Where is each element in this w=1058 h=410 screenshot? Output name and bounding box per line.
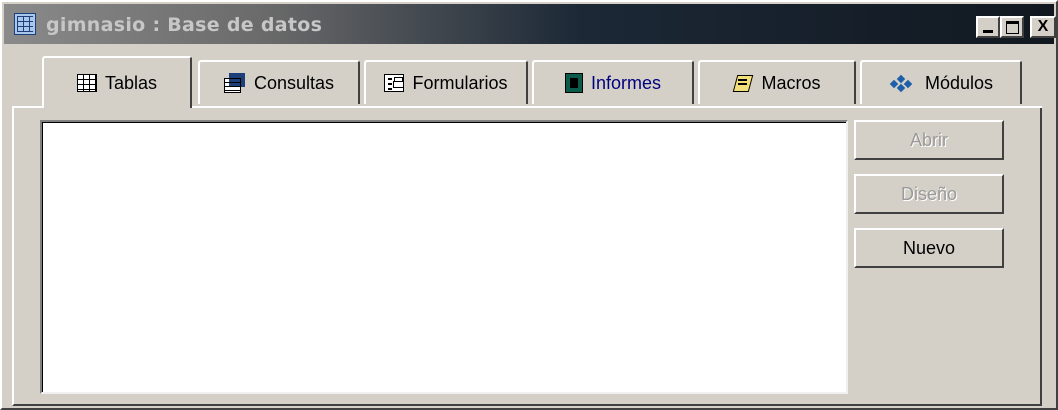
report-icon [564, 73, 583, 93]
open-button[interactable]: Abrir [854, 120, 1004, 160]
database-window: gimnasio : Base de datos X Tablas Consul… [0, 0, 1058, 410]
close-icon: X [1037, 18, 1049, 35]
database-icon [14, 13, 36, 35]
tab-macros[interactable]: Macros [698, 60, 856, 104]
maximize-icon [1005, 21, 1019, 34]
tab-label: Formularios [412, 72, 508, 93]
maximize-button[interactable] [1000, 16, 1024, 38]
object-list[interactable] [40, 120, 848, 394]
window-title: gimnasio : Base de datos [46, 14, 323, 36]
macro-icon [733, 73, 753, 93]
query-icon [223, 73, 246, 93]
tab-label: Tablas [104, 72, 158, 93]
title-bar[interactable]: gimnasio : Base de datos X [4, 4, 1056, 44]
tab-formularios[interactable]: Formularios [364, 60, 528, 104]
module-icon [889, 73, 917, 93]
tab-label: Consultas [253, 72, 335, 93]
minimize-button[interactable] [976, 16, 1000, 38]
new-button[interactable]: Nuevo [854, 228, 1004, 268]
tab-tablas[interactable]: Tablas [42, 56, 192, 108]
tab-label: Macros [761, 72, 821, 93]
object-tabs: Tablas Consultas Formularios Informes Ma… [2, 56, 1052, 108]
form-icon [384, 74, 405, 92]
minimize-icon [983, 30, 993, 33]
tab-modulos[interactable]: Módulos [860, 60, 1022, 104]
tab-label: Informes [590, 72, 662, 93]
close-button[interactable]: X [1030, 16, 1056, 38]
design-button[interactable]: Diseño [854, 174, 1004, 214]
tab-consultas[interactable]: Consultas [198, 60, 360, 104]
table-icon [76, 74, 97, 92]
tab-informes[interactable]: Informes [532, 60, 694, 104]
tab-label: Módulos [924, 72, 994, 93]
